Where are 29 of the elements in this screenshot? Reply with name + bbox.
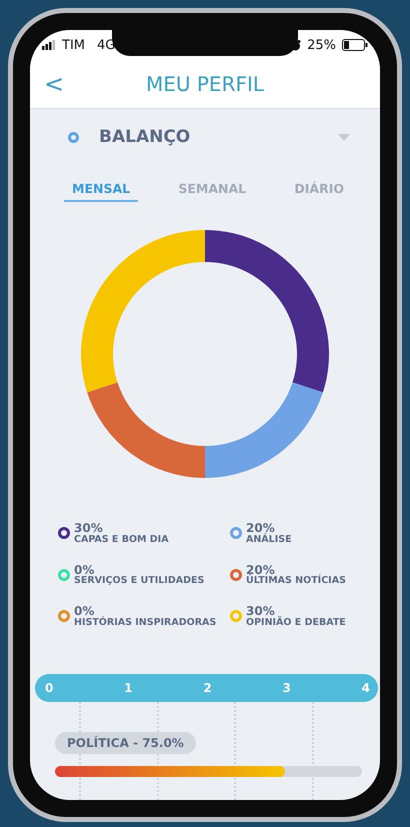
legend-label: ÚLTIMAS NOTÍCIAS: [246, 576, 346, 586]
scale-tick: 1: [124, 680, 133, 695]
legend-percent: 30%: [246, 605, 275, 618]
bullet-icon: [68, 132, 79, 142]
carrier-name: TIM: [62, 38, 85, 52]
section-title: BALANÇO: [99, 127, 192, 147]
legend-label: ANÁLISE: [246, 534, 292, 545]
legend-percent: 0%: [74, 605, 94, 618]
scale-tick: 2: [203, 680, 212, 695]
period-tab[interactable]: DIÁRIO: [286, 181, 352, 202]
scale-tick: 3: [282, 680, 291, 695]
legend-percent: 30%: [74, 522, 104, 535]
dropdown-caret-icon[interactable]: [338, 134, 350, 140]
period-tab[interactable]: SEMANAL: [170, 181, 254, 202]
back-button[interactable]: <: [40, 70, 68, 98]
signal-icon: [42, 40, 56, 50]
legend-percent: 20%: [246, 522, 275, 535]
legend-label: OPINIÃO E DEBATE: [246, 618, 346, 628]
topic-tag: POLÍTICA - 75.0%: [55, 732, 196, 754]
legend-label: CAPAS E BOM DIA: [74, 534, 169, 545]
battery-icon: [342, 39, 368, 51]
legend-percent: 0%: [74, 564, 94, 576]
legend-label: HISTÓRIAS INSPIRADORAS: [74, 618, 216, 628]
scale-tick: 4: [362, 680, 370, 695]
legend-label: SERVIÇOS E UTILIDADES: [74, 576, 204, 586]
period-tab[interactable]: MENSAL: [64, 181, 138, 202]
battery-percent: 25%: [307, 38, 336, 52]
scale-tick: 0: [45, 680, 54, 695]
page-title: MEU PERFIL: [146, 72, 264, 96]
